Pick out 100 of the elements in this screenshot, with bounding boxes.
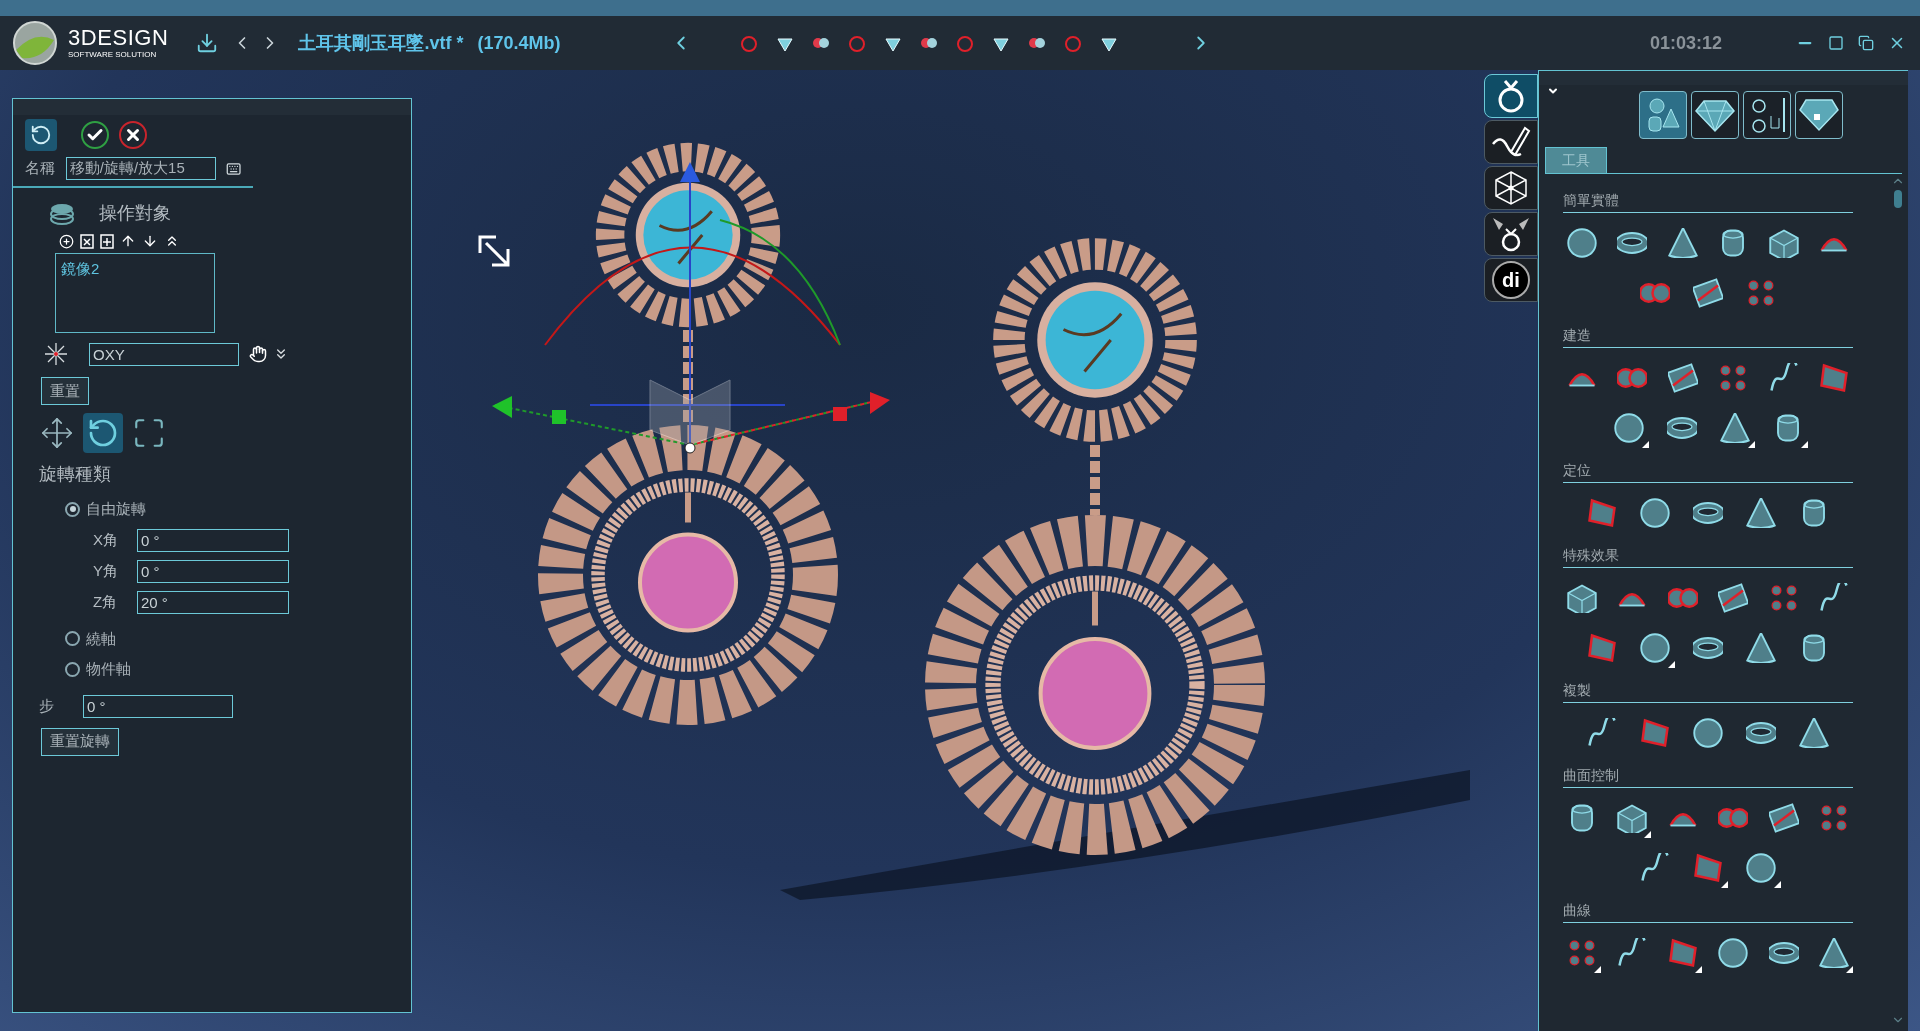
angle-field[interactable]: 20 ° — [137, 590, 289, 614]
section-title: 建造 — [1563, 325, 1853, 348]
tool-icon — [1819, 583, 1850, 613]
reset-rotation-button[interactable]: 重置旋轉 — [41, 727, 119, 756]
angle-field[interactable]: 0 ° — [137, 559, 289, 583]
maximize-icon[interactable] — [1828, 35, 1844, 51]
tool-icon — [1693, 853, 1723, 883]
radio-label: 自由旋轉 — [86, 499, 146, 519]
sphere-logo-icon — [12, 20, 58, 66]
tool-icon — [1746, 498, 1776, 528]
tool-icon — [1768, 583, 1799, 613]
radio-button[interactable] — [65, 501, 80, 517]
radio-button[interactable] — [65, 631, 80, 647]
tool-icon — [1613, 413, 1644, 443]
logo-wordmark: 3DESIGN — [68, 27, 169, 49]
category-tab[interactable] — [1795, 91, 1843, 139]
tool-icon — [1819, 363, 1850, 393]
section-title: 特殊效果 — [1563, 545, 1853, 568]
angle-label: Y角 — [93, 560, 119, 581]
layers-icon — [49, 202, 75, 225]
side-tab[interactable]: di — [1484, 258, 1538, 302]
tool-icon — [1587, 718, 1617, 748]
tool-icon — [1768, 228, 1799, 258]
targets-title: 操作對象 — [99, 202, 171, 225]
rotation-type-title: 旋轉種類 — [38, 463, 112, 486]
tool-icon — [1799, 718, 1829, 748]
section-title: 複製 — [1563, 680, 1853, 703]
tool-icon — [1587, 633, 1617, 663]
save-icon[interactable] — [196, 32, 219, 54]
wireframe-icon — [1492, 169, 1530, 207]
hand-icon[interactable] — [249, 345, 267, 363]
tool-icon — [1566, 228, 1597, 258]
tool-icon — [1587, 498, 1617, 528]
tool-icon — [1640, 718, 1670, 748]
category-tab[interactable] — [1743, 91, 1791, 139]
tool-icon — [1719, 413, 1750, 443]
tool-icon — [1640, 498, 1670, 528]
close-icon — [124, 126, 142, 144]
side-tab[interactable] — [1484, 212, 1538, 256]
tool-icon — [1617, 803, 1648, 833]
transform-gizmo[interactable] — [492, 162, 890, 454]
confirm-button[interactable] — [81, 121, 109, 149]
angle-field[interactable]: 0 ° — [137, 528, 289, 552]
add-icon[interactable] — [59, 233, 74, 249]
move-rotate-tool-icon — [25, 119, 57, 151]
category-tab[interactable] — [1691, 91, 1739, 139]
move-up-icon[interactable] — [120, 233, 136, 249]
step-field[interactable]: 0 ° — [83, 694, 233, 718]
tool-icon — [1718, 363, 1749, 393]
tool-icon — [1667, 938, 1698, 968]
file-size: (170.4Mb) — [477, 31, 561, 55]
scale-icon — [132, 416, 166, 450]
tool-icon — [1746, 278, 1776, 308]
radio-button[interactable] — [65, 661, 80, 677]
side-tab[interactable] — [1484, 166, 1538, 210]
reset-button[interactable]: 重置 — [41, 377, 89, 405]
radio-label: 繞軸 — [86, 628, 116, 649]
tool-icon — [1718, 938, 1749, 968]
step-label: 步 — [39, 695, 55, 716]
tool-icon — [1819, 803, 1850, 833]
side-tab[interactable] — [1484, 120, 1538, 164]
tool-icon — [1667, 228, 1698, 258]
transform-mode-button[interactable] — [83, 413, 123, 453]
tool-icon — [1746, 853, 1776, 883]
corner-bracket-icon[interactable] — [478, 235, 510, 267]
restore-icon[interactable] — [1858, 35, 1874, 51]
clock: 01:03:12 — [1649, 31, 1722, 55]
axes-icon — [43, 341, 69, 367]
cancel-button[interactable] — [119, 121, 147, 149]
tool-icon — [1746, 633, 1776, 663]
move-icon — [40, 416, 74, 450]
plane-field[interactable]: OXY — [89, 342, 239, 366]
move-down-icon[interactable] — [142, 233, 158, 249]
scrollbar-thumb[interactable] — [1894, 190, 1902, 208]
tool-icon — [1617, 938, 1648, 968]
section-title: 簡單實體 — [1563, 190, 1853, 213]
name-label: 名稱 — [25, 158, 56, 179]
rotate-icon — [87, 417, 119, 449]
file-name: 土耳其剛玉耳墜.vtf * — [298, 31, 464, 55]
angle-label: Z角 — [93, 591, 119, 612]
tool-icon — [1819, 938, 1850, 968]
radio-label: 物件軸 — [86, 659, 131, 679]
tool-icon — [1566, 583, 1597, 613]
section-title: 曲線 — [1563, 900, 1853, 923]
section-title: 定位 — [1563, 460, 1853, 483]
tool-icon — [1693, 718, 1723, 748]
diamond-icon — [1694, 97, 1736, 133]
side-tab[interactable] — [1484, 74, 1538, 118]
gem-puzzle-icon — [1798, 96, 1840, 134]
tool-icon — [1640, 853, 1670, 883]
tool-icon — [1768, 363, 1799, 393]
tool-icon — [1640, 633, 1670, 663]
section-title: 曲面控制 — [1563, 765, 1853, 788]
tool-icon — [1566, 938, 1597, 968]
angle-label: X角 — [93, 529, 119, 550]
insert-item-icon[interactable] — [100, 233, 114, 249]
delete-item-icon[interactable] — [80, 233, 94, 249]
logo-tagline: SOFTWARE SOLUTION — [68, 51, 158, 59]
name-field[interactable]: 移動/旋轉/放大15 — [65, 157, 216, 180]
target-list-item[interactable]: 鏡像2 — [60, 258, 101, 281]
